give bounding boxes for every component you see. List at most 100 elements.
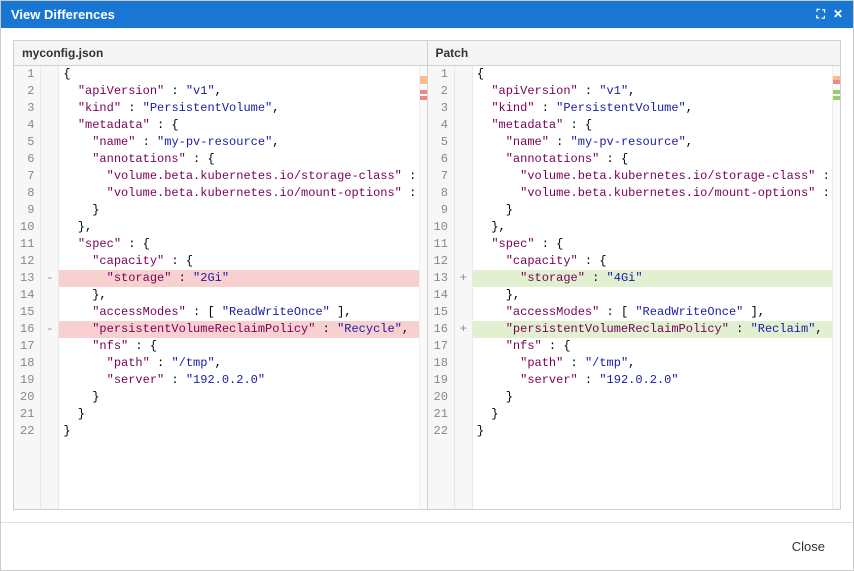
code-line[interactable]: "persistentVolumeReclaimPolicy" : "Recla… <box>473 321 832 338</box>
diff-removed-icon: - <box>41 321 58 338</box>
line-number: 3 <box>20 100 34 117</box>
minimap-marker[interactable] <box>833 90 840 94</box>
dialog-title: View Differences <box>11 7 115 22</box>
right-code-area[interactable]: 12345678910111213141516171819202122 ++ {… <box>428 66 841 509</box>
line-number: 17 <box>20 338 34 355</box>
code-line[interactable]: "accessModes" : [ "ReadWriteOnce" ], <box>59 304 418 321</box>
code-line[interactable]: "annotations" : { <box>59 151 418 168</box>
diff-marker <box>455 236 472 253</box>
diff-marker <box>41 372 58 389</box>
code-line[interactable]: "volume.beta.kubernetes.io/storage-class… <box>59 168 418 185</box>
line-number: 12 <box>20 253 34 270</box>
code-line[interactable]: "server" : "192.0.2.0" <box>473 372 832 389</box>
right-minimap[interactable] <box>832 66 840 509</box>
line-number: 13 <box>434 270 448 287</box>
code-line[interactable]: "name" : "my-pv-resource", <box>59 134 418 151</box>
diff-marker <box>455 338 472 355</box>
code-line[interactable]: "capacity" : { <box>59 253 418 270</box>
code-line[interactable]: "apiVersion" : "v1", <box>59 83 418 100</box>
code-line[interactable]: "path" : "/tmp", <box>59 355 418 372</box>
code-line[interactable]: "path" : "/tmp", <box>473 355 832 372</box>
titlebar-actions: ⛶ ✕ <box>817 7 843 22</box>
code-line[interactable]: }, <box>59 219 418 236</box>
line-number: 5 <box>434 134 448 151</box>
diff-marker <box>455 66 472 83</box>
line-number: 7 <box>20 168 34 185</box>
line-number: 5 <box>20 134 34 151</box>
code-line[interactable]: "persistentVolumeReclaimPolicy" : "Recyc… <box>59 321 418 338</box>
maximize-icon[interactable]: ⛶ <box>817 7 825 22</box>
code-line[interactable]: } <box>473 202 832 219</box>
code-line[interactable]: } <box>473 389 832 406</box>
right-line-gutter: 12345678910111213141516171819202122 <box>428 66 455 509</box>
minimap-marker[interactable] <box>420 96 427 100</box>
diff-marker <box>455 304 472 321</box>
code-line[interactable]: { <box>473 66 832 83</box>
left-pane: myconfig.json 12345678910111213141516171… <box>13 40 428 510</box>
line-number: 11 <box>20 236 34 253</box>
minimap-marker[interactable] <box>833 80 840 84</box>
code-line[interactable]: "spec" : { <box>59 236 418 253</box>
code-line[interactable]: } <box>59 202 418 219</box>
diff-marker <box>455 83 472 100</box>
close-button[interactable]: Close <box>778 533 839 560</box>
left-marker-gutter: -- <box>41 66 59 509</box>
right-marker-gutter: ++ <box>455 66 473 509</box>
minimap-marker[interactable] <box>420 90 427 94</box>
diff-marker <box>455 134 472 151</box>
line-number: 6 <box>20 151 34 168</box>
code-line[interactable]: }, <box>59 287 418 304</box>
diff-marker <box>455 406 472 423</box>
code-line[interactable]: "server" : "192.0.2.0" <box>59 372 418 389</box>
left-code[interactable]: { "apiVersion" : "v1", "kind" : "Persist… <box>59 66 418 509</box>
close-icon[interactable]: ✕ <box>833 7 843 22</box>
line-number: 1 <box>434 66 448 83</box>
line-number: 19 <box>434 372 448 389</box>
minimap-marker[interactable] <box>833 96 840 100</box>
code-line[interactable]: "storage" : "4Gi" <box>473 270 832 287</box>
code-line[interactable]: "storage" : "2Gi" <box>59 270 418 287</box>
line-number: 6 <box>434 151 448 168</box>
code-line[interactable]: "metadata" : { <box>59 117 418 134</box>
diff-marker <box>41 236 58 253</box>
code-line[interactable]: "volume.beta.kubernetes.io/storage-class… <box>473 168 832 185</box>
code-line[interactable]: "kind" : "PersistentVolume", <box>59 100 418 117</box>
diff-marker <box>455 219 472 236</box>
diff-marker <box>41 83 58 100</box>
line-number: 8 <box>20 185 34 202</box>
right-code[interactable]: { "apiVersion" : "v1", "kind" : "Persist… <box>473 66 832 509</box>
code-line[interactable]: "capacity" : { <box>473 253 832 270</box>
code-line[interactable]: }, <box>473 287 832 304</box>
diff-marker <box>41 168 58 185</box>
code-line[interactable]: } <box>473 423 832 440</box>
minimap-marker[interactable] <box>420 80 427 84</box>
code-line[interactable]: "annotations" : { <box>473 151 832 168</box>
line-number: 18 <box>20 355 34 372</box>
diff-marker <box>455 423 472 440</box>
right-pane-title: Patch <box>428 41 841 66</box>
code-line[interactable]: "name" : "my-pv-resource", <box>473 134 832 151</box>
code-line[interactable]: "apiVersion" : "v1", <box>473 83 832 100</box>
line-number: 22 <box>434 423 448 440</box>
code-line[interactable]: } <box>59 389 418 406</box>
diff-marker <box>41 202 58 219</box>
code-line[interactable]: "nfs" : { <box>473 338 832 355</box>
code-line[interactable]: "accessModes" : [ "ReadWriteOnce" ], <box>473 304 832 321</box>
diff-marker <box>41 389 58 406</box>
code-line[interactable]: "volume.beta.kubernetes.io/mount-options… <box>473 185 832 202</box>
code-line[interactable]: } <box>59 406 418 423</box>
left-code-area[interactable]: 12345678910111213141516171819202122 -- {… <box>14 66 427 509</box>
code-line[interactable]: } <box>59 423 418 440</box>
code-line[interactable]: "kind" : "PersistentVolume", <box>473 100 832 117</box>
code-line[interactable]: "spec" : { <box>473 236 832 253</box>
code-line[interactable]: "nfs" : { <box>59 338 418 355</box>
code-line[interactable]: "metadata" : { <box>473 117 832 134</box>
diff-marker <box>455 202 472 219</box>
line-number: 2 <box>20 83 34 100</box>
code-line[interactable]: }, <box>473 219 832 236</box>
code-line[interactable]: "volume.beta.kubernetes.io/mount-options… <box>59 185 418 202</box>
diff-marker <box>455 185 472 202</box>
left-minimap[interactable] <box>419 66 427 509</box>
code-line[interactable]: { <box>59 66 418 83</box>
code-line[interactable]: } <box>473 406 832 423</box>
